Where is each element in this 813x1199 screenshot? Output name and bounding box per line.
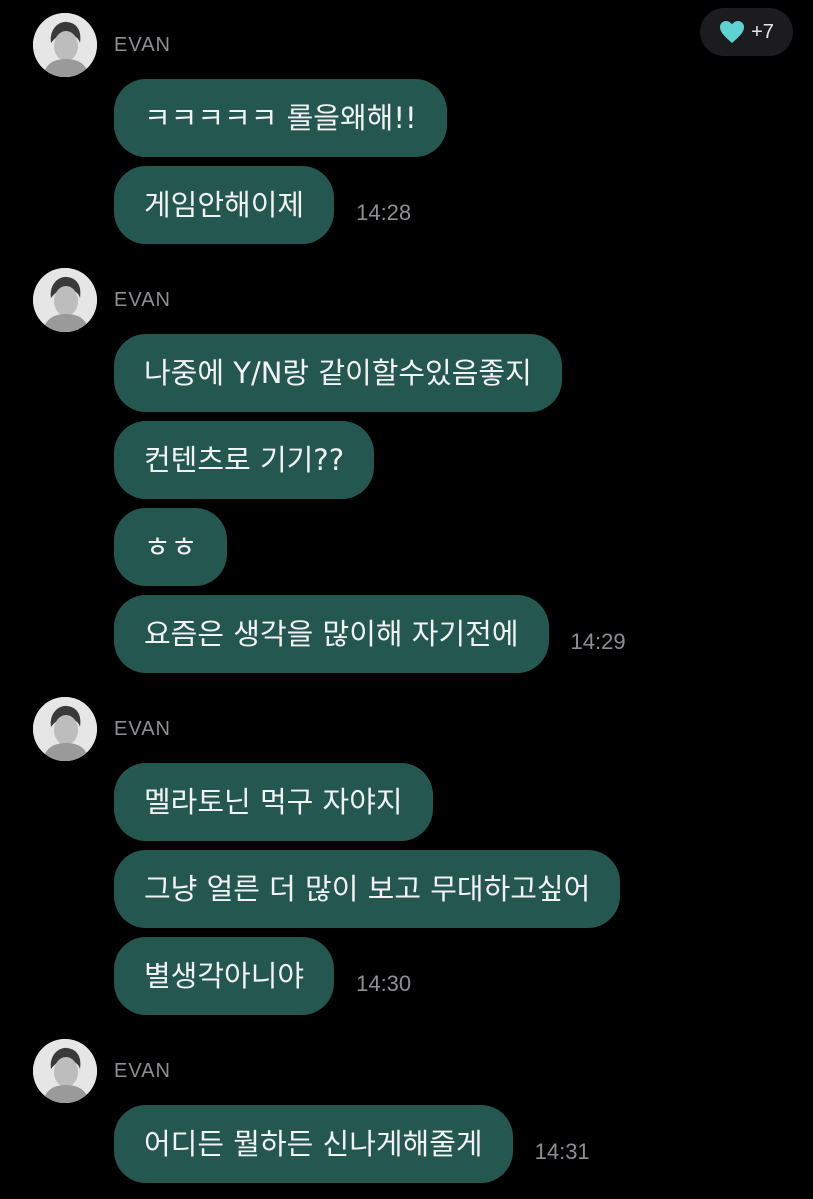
message-row: 멜라토닌 먹구 자야지 (114, 763, 433, 841)
message-timestamp: 14:31 (534, 1139, 590, 1164)
message-bubble[interactable]: 그냥 얼른 더 많이 보고 무대하고싶어 (114, 850, 621, 928)
avatar-photo (33, 268, 97, 332)
message-bubble[interactable]: ㅎㅎ (114, 508, 228, 586)
avatar[interactable] (33, 268, 97, 332)
sender-name: EVAN (114, 1060, 171, 1082)
avatar-photo (33, 697, 97, 761)
message-bubble[interactable]: 멜라토닌 먹구 자야지 (114, 763, 433, 841)
message-timestamp: 14:28 (356, 200, 412, 225)
message-bubble[interactable]: 게임안해이제 (114, 166, 335, 244)
message-row: 별생각아니야 14:30 (114, 937, 411, 1015)
avatar[interactable] (33, 1039, 97, 1103)
avatar-photo (33, 1039, 97, 1103)
message-bubble[interactable]: 어디든 뭘하든 신나게해줄게 (114, 1105, 513, 1183)
message-row: ㅎㅎ (114, 508, 228, 586)
avatar[interactable] (33, 697, 97, 761)
message-row: ㅋㅋㅋㅋㅋ 롤을왜해!! (114, 79, 447, 157)
message-timestamp: 14:29 (570, 629, 626, 654)
message-bubble[interactable]: 별생각아니야 (114, 937, 335, 1015)
message-row: 컨텐츠로 기기?? (114, 421, 375, 499)
message-bubble[interactable]: 나중에 Y/N랑 같이할수있음좋지 (114, 334, 562, 412)
reaction-badge[interactable]: +7 (700, 8, 793, 56)
avatar-photo (33, 13, 97, 77)
heart-icon (720, 21, 745, 43)
sender-name: EVAN (114, 718, 171, 740)
message-bubble[interactable]: 요즘은 생각을 많이해 자기전에 (114, 595, 549, 673)
message-row: 나중에 Y/N랑 같이할수있음좋지 (114, 334, 562, 412)
message-timestamp: 14:30 (356, 971, 412, 996)
message-bubble[interactable]: ㅋㅋㅋㅋㅋ 롤을왜해!! (114, 79, 447, 157)
avatar[interactable] (33, 13, 97, 77)
message-row: 게임안해이제 14:28 (114, 166, 411, 244)
reaction-count: +7 (751, 20, 774, 43)
message-row: 요즘은 생각을 많이해 자기전에 14:29 (114, 595, 626, 673)
sender-name: EVAN (114, 34, 171, 56)
message-row: 어디든 뭘하든 신나게해줄게 14:31 (114, 1105, 590, 1183)
message-bubble[interactable]: 컨텐츠로 기기?? (114, 421, 375, 499)
sender-name: EVAN (114, 289, 171, 311)
message-row: 그냥 얼른 더 많이 보고 무대하고싶어 (114, 850, 621, 928)
